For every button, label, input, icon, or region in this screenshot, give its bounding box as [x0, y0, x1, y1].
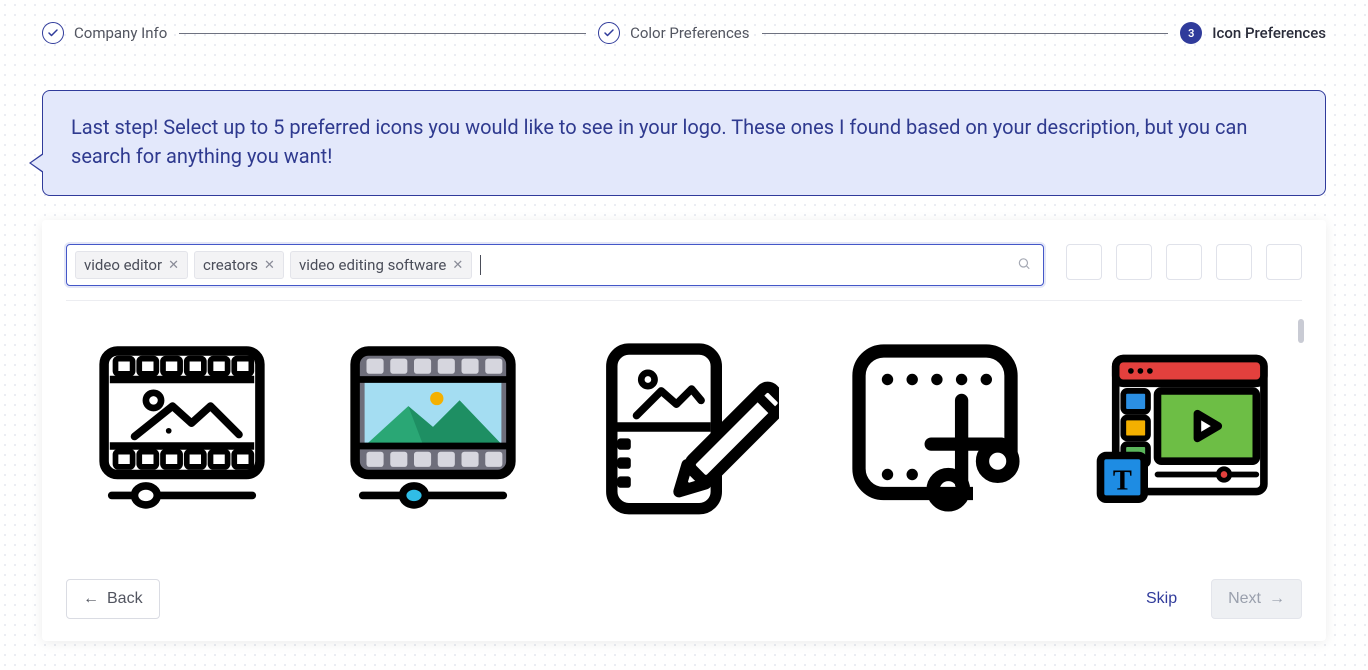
selected-icon-slots — [1066, 244, 1302, 286]
instruction-text: Last step! Select up to 5 preferred icon… — [71, 115, 1247, 168]
step-label: Icon Preferences — [1212, 24, 1326, 42]
next-button[interactable]: Next → — [1211, 579, 1302, 619]
step-divider — [179, 33, 586, 34]
icon-results-grid: T — [66, 319, 1302, 535]
selected-slot[interactable] — [1066, 244, 1102, 280]
step-divider — [762, 33, 1169, 34]
svg-text:T: T — [1112, 466, 1131, 497]
crop-cut-icon[interactable] — [836, 327, 1033, 527]
step-label: Color Preferences — [630, 24, 749, 42]
tag-label: creators — [203, 256, 258, 274]
search-icon[interactable] — [1017, 256, 1031, 275]
skip-button[interactable]: Skip — [1130, 579, 1193, 619]
check-icon — [598, 22, 620, 44]
instruction-bubble: Last step! Select up to 5 preferred icon… — [42, 90, 1326, 196]
search-row: video editor ✕ creators ✕ video editing … — [66, 244, 1302, 286]
text-cursor — [480, 255, 481, 275]
icon-search-input[interactable]: video editor ✕ creators ✕ video editing … — [66, 244, 1044, 286]
divider — [66, 300, 1302, 301]
step-number-badge: 3 — [1180, 22, 1202, 44]
step-color-preferences[interactable]: Color Preferences — [598, 22, 749, 44]
tag-label: video editor — [84, 256, 162, 274]
check-icon — [42, 22, 64, 44]
selected-slot[interactable] — [1266, 244, 1302, 280]
next-label: Next — [1228, 590, 1261, 608]
scroll-handle[interactable] — [1298, 319, 1304, 343]
step-icon-preferences[interactable]: 3 Icon Preferences — [1180, 22, 1326, 44]
selected-slot[interactable] — [1116, 244, 1152, 280]
search-tag[interactable]: video editor ✕ — [75, 251, 188, 279]
arrow-right-icon: → — [1269, 590, 1285, 608]
back-button[interactable]: ← Back — [66, 579, 160, 619]
film-strip-edit-icon[interactable] — [586, 327, 783, 527]
skip-label: Skip — [1146, 590, 1177, 608]
footer: ← Back Skip Next → — [66, 579, 1302, 619]
close-icon[interactable]: ✕ — [264, 258, 275, 273]
search-tag[interactable]: creators ✕ — [194, 251, 284, 279]
back-label: Back — [107, 590, 143, 608]
film-frame-outline-icon[interactable] — [84, 327, 281, 527]
selected-slot[interactable] — [1166, 244, 1202, 280]
search-tag[interactable]: video editing software ✕ — [290, 251, 472, 279]
close-icon[interactable]: ✕ — [452, 258, 463, 273]
film-frame-color-icon[interactable] — [335, 327, 532, 527]
step-company-info[interactable]: Company Info — [42, 22, 167, 44]
step-label: Company Info — [74, 24, 167, 42]
video-editor-app-icon[interactable]: T — [1087, 327, 1284, 527]
tag-label: video editing software — [299, 256, 446, 274]
arrow-left-icon: ← — [83, 590, 99, 608]
selected-slot[interactable] — [1216, 244, 1252, 280]
stepper: Company Info Color Preferences 3 Icon Pr… — [0, 0, 1368, 44]
icon-picker-card: video editor ✕ creators ✕ video editing … — [42, 220, 1326, 641]
close-icon[interactable]: ✕ — [168, 258, 179, 273]
